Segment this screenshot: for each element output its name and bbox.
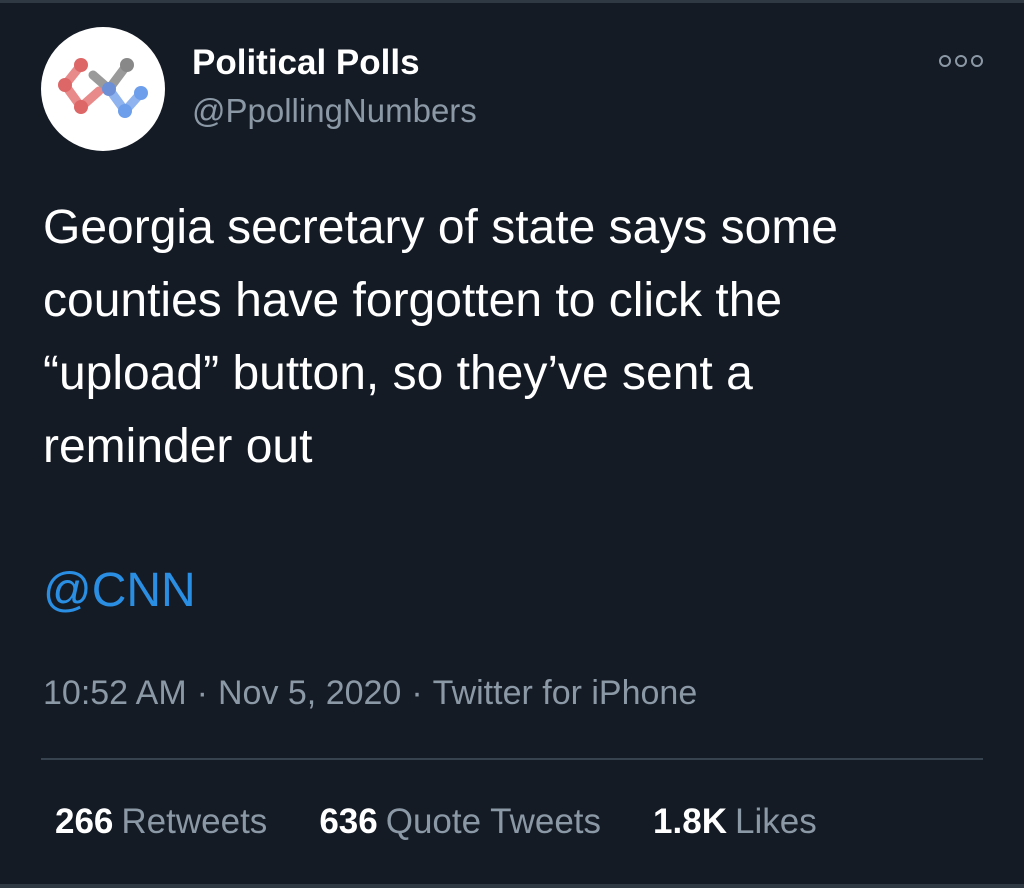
tweet-metadata: 10:52 AM · Nov 5, 2020 · Twitter for iPhone [43, 674, 697, 713]
divider [41, 758, 983, 760]
top-border [0, 0, 1024, 3]
avatar[interactable] [41, 27, 165, 151]
quote-tweets-stat[interactable]: 636 Quote Tweets [319, 802, 601, 842]
bottom-border [0, 884, 1024, 888]
likes-label: Likes [734, 802, 817, 841]
likes-stat[interactable]: 1.8K Likes [653, 802, 817, 842]
likes-count: 1.8K [653, 802, 727, 841]
author-display-name[interactable]: Political Polls [192, 43, 420, 83]
quote-tweets-label: Quote Tweets [385, 802, 602, 841]
tweet-date[interactable]: Nov 5, 2020 [218, 674, 401, 712]
author-handle[interactable]: @PpollingNumbers [192, 92, 477, 130]
tweet-time[interactable]: 10:52 AM [43, 674, 187, 712]
tweet-source[interactable]: Twitter for iPhone [433, 674, 698, 712]
meta-separator: · [411, 674, 423, 712]
tweet-text: Georgia secretary of state says some cou… [43, 201, 838, 473]
mention-link[interactable]: @CNN [43, 563, 196, 618]
more-options-button[interactable] [936, 49, 986, 73]
tweet-card: Political Polls @PpollingNumbers Georgia… [0, 0, 1024, 888]
retweets-label: Retweets [121, 802, 268, 841]
quote-tweets-count: 636 [319, 802, 378, 841]
meta-separator: · [196, 674, 208, 712]
polls-logo-icon [58, 58, 148, 118]
retweets-count: 266 [55, 802, 114, 841]
engagement-stats: 266 Retweets 636 Quote Tweets 1.8K Likes [55, 802, 869, 842]
retweets-stat[interactable]: 266 Retweets [55, 802, 267, 842]
more-options-icon [939, 55, 983, 67]
